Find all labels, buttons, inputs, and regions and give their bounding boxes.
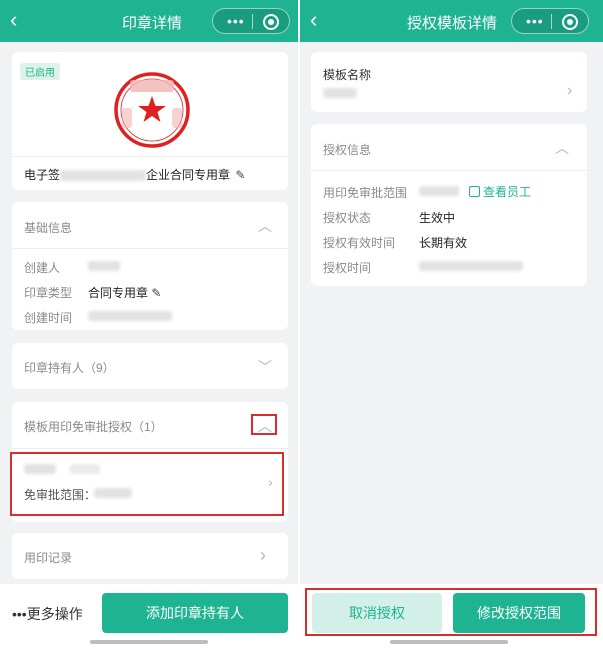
home-indicator xyxy=(90,640,208,644)
capsule-divider xyxy=(551,14,552,29)
bottom-action-bar: •••更多操作 添加印章持有人 xyxy=(0,584,298,651)
stamp-seal-icon xyxy=(114,72,190,148)
card-divider xyxy=(311,170,587,171)
staff-card-icon xyxy=(469,186,480,197)
capsule-divider xyxy=(252,14,253,29)
view-staff-link[interactable]: 查看员工 xyxy=(469,183,531,200)
highlight-box xyxy=(305,588,597,636)
more-actions-button[interactable]: •••更多操作 xyxy=(12,604,83,624)
edit-pencil-icon[interactable]: ✎ xyxy=(235,168,245,182)
auth-info-card: 授权信息 ︿ 用印免审批范围 查看员工 授权状态 生效中 授权有效时间 长期有效… xyxy=(311,124,587,286)
seal-name-prefix: 电子签 xyxy=(24,168,61,182)
validity-label: 授权有效时间 xyxy=(323,236,396,250)
more-menu-icon[interactable]: ••• xyxy=(526,13,544,29)
usage-records-card[interactable]: 用印记录 › xyxy=(12,533,288,579)
seal-type-value: 合同专用章 ✎ xyxy=(88,286,162,300)
auth-time-label: 授权时间 xyxy=(323,261,372,275)
close-target-icon[interactable] xyxy=(562,14,578,30)
seal-holders-card[interactable]: 印章持有人（9） ﹀ xyxy=(12,343,288,389)
redacted-text xyxy=(88,261,120,271)
section-title: 基础信息 xyxy=(24,221,73,235)
section-title: 授权信息 xyxy=(323,143,372,157)
seal-name-suffix: 企业合同专用章 xyxy=(146,168,231,182)
back-button[interactable]: ‹ xyxy=(10,6,17,34)
mini-program-capsule: ••• xyxy=(511,8,589,34)
validity-value: 长期有效 xyxy=(419,236,468,250)
section-title: 用印记录 xyxy=(24,551,73,565)
seal-detail-screen: ‹ 印章详情 ••• 已启用 电子签 企业合同专用章 ✎ 基础信息 ︿ 创建人 … xyxy=(0,0,298,651)
more-menu-icon[interactable]: ••• xyxy=(227,13,245,29)
mini-program-capsule: ••• xyxy=(212,8,290,34)
stamp-image xyxy=(110,68,194,152)
template-name-card[interactable]: 模板名称 › xyxy=(311,52,587,112)
page-title: 授权模板详情 xyxy=(407,15,498,32)
card-divider xyxy=(12,156,288,157)
highlight-box xyxy=(251,414,277,435)
navbar: ‹ 授权模板详情 ••• xyxy=(300,0,603,42)
close-target-icon[interactable] xyxy=(263,14,279,30)
redacted-text xyxy=(419,261,523,271)
template-name-label: 模板名称 xyxy=(323,68,372,82)
redacted-text xyxy=(88,311,172,321)
chevron-right-icon: › xyxy=(260,545,266,565)
seal-type-label: 印章类型 xyxy=(24,286,73,300)
basic-info-card: 基础信息 ︿ 创建人 印章类型 合同专用章 ✎ 创建时间 xyxy=(12,202,288,330)
redacted-text xyxy=(419,186,459,196)
home-indicator xyxy=(390,640,508,644)
back-button[interactable]: ‹ xyxy=(310,6,317,34)
redacted-text xyxy=(60,170,147,182)
creator-label: 创建人 xyxy=(24,261,61,275)
created-time-label: 创建时间 xyxy=(24,311,73,325)
section-title: 模板用印免审批授权（1） xyxy=(24,420,163,434)
chevron-right-icon: › xyxy=(567,82,573,99)
status-value: 生效中 xyxy=(419,211,456,225)
card-divider xyxy=(12,248,288,249)
scope-label: 用印免审批范围 xyxy=(323,186,408,200)
add-holder-button[interactable]: 添加印章持有人 xyxy=(102,593,288,633)
chevron-down-icon[interactable]: ﹀ xyxy=(258,357,272,377)
chevron-up-icon[interactable]: ︿ xyxy=(258,216,272,236)
edit-pencil-icon[interactable]: ✎ xyxy=(151,286,161,300)
redacted-text xyxy=(323,88,357,98)
template-auth-detail-screen: ‹ 授权模板详情 ••• 模板名称 › 授权信息 ︿ 用印免审批范围 查看员工 … xyxy=(300,0,603,651)
card-divider xyxy=(12,448,288,449)
seal-name: 电子签 企业合同专用章 ✎ xyxy=(24,166,245,183)
navbar: ‹ 印章详情 ••• xyxy=(0,0,298,42)
highlight-box xyxy=(10,452,284,516)
chevron-up-icon[interactable]: ︿ xyxy=(555,138,569,158)
section-title: 印章持有人（9） xyxy=(24,361,115,375)
status-badge: 已启用 xyxy=(20,63,60,80)
seal-card: 已启用 电子签 企业合同专用章 ✎ xyxy=(12,52,288,190)
status-label: 授权状态 xyxy=(323,211,372,225)
page-title: 印章详情 xyxy=(122,15,183,32)
